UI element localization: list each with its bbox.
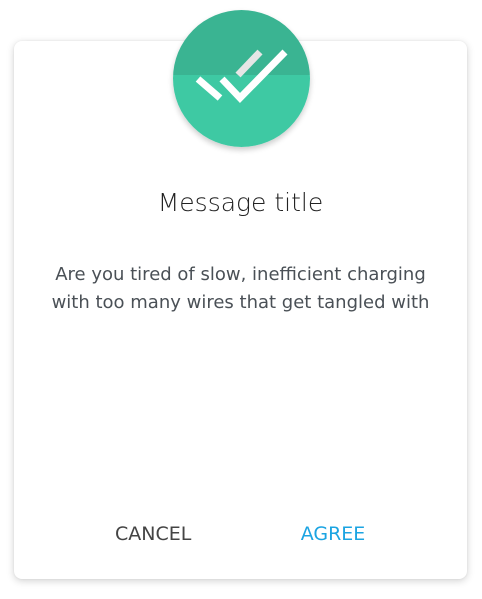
agree-button[interactable]: AGREE [288,519,378,549]
dialog-message: Are you tired of slow, inefficient charg… [51,264,430,313]
cancel-button[interactable]: CANCEL [105,519,201,549]
dialog-title: Message title [157,188,324,217]
double-check-icon [173,10,310,147]
